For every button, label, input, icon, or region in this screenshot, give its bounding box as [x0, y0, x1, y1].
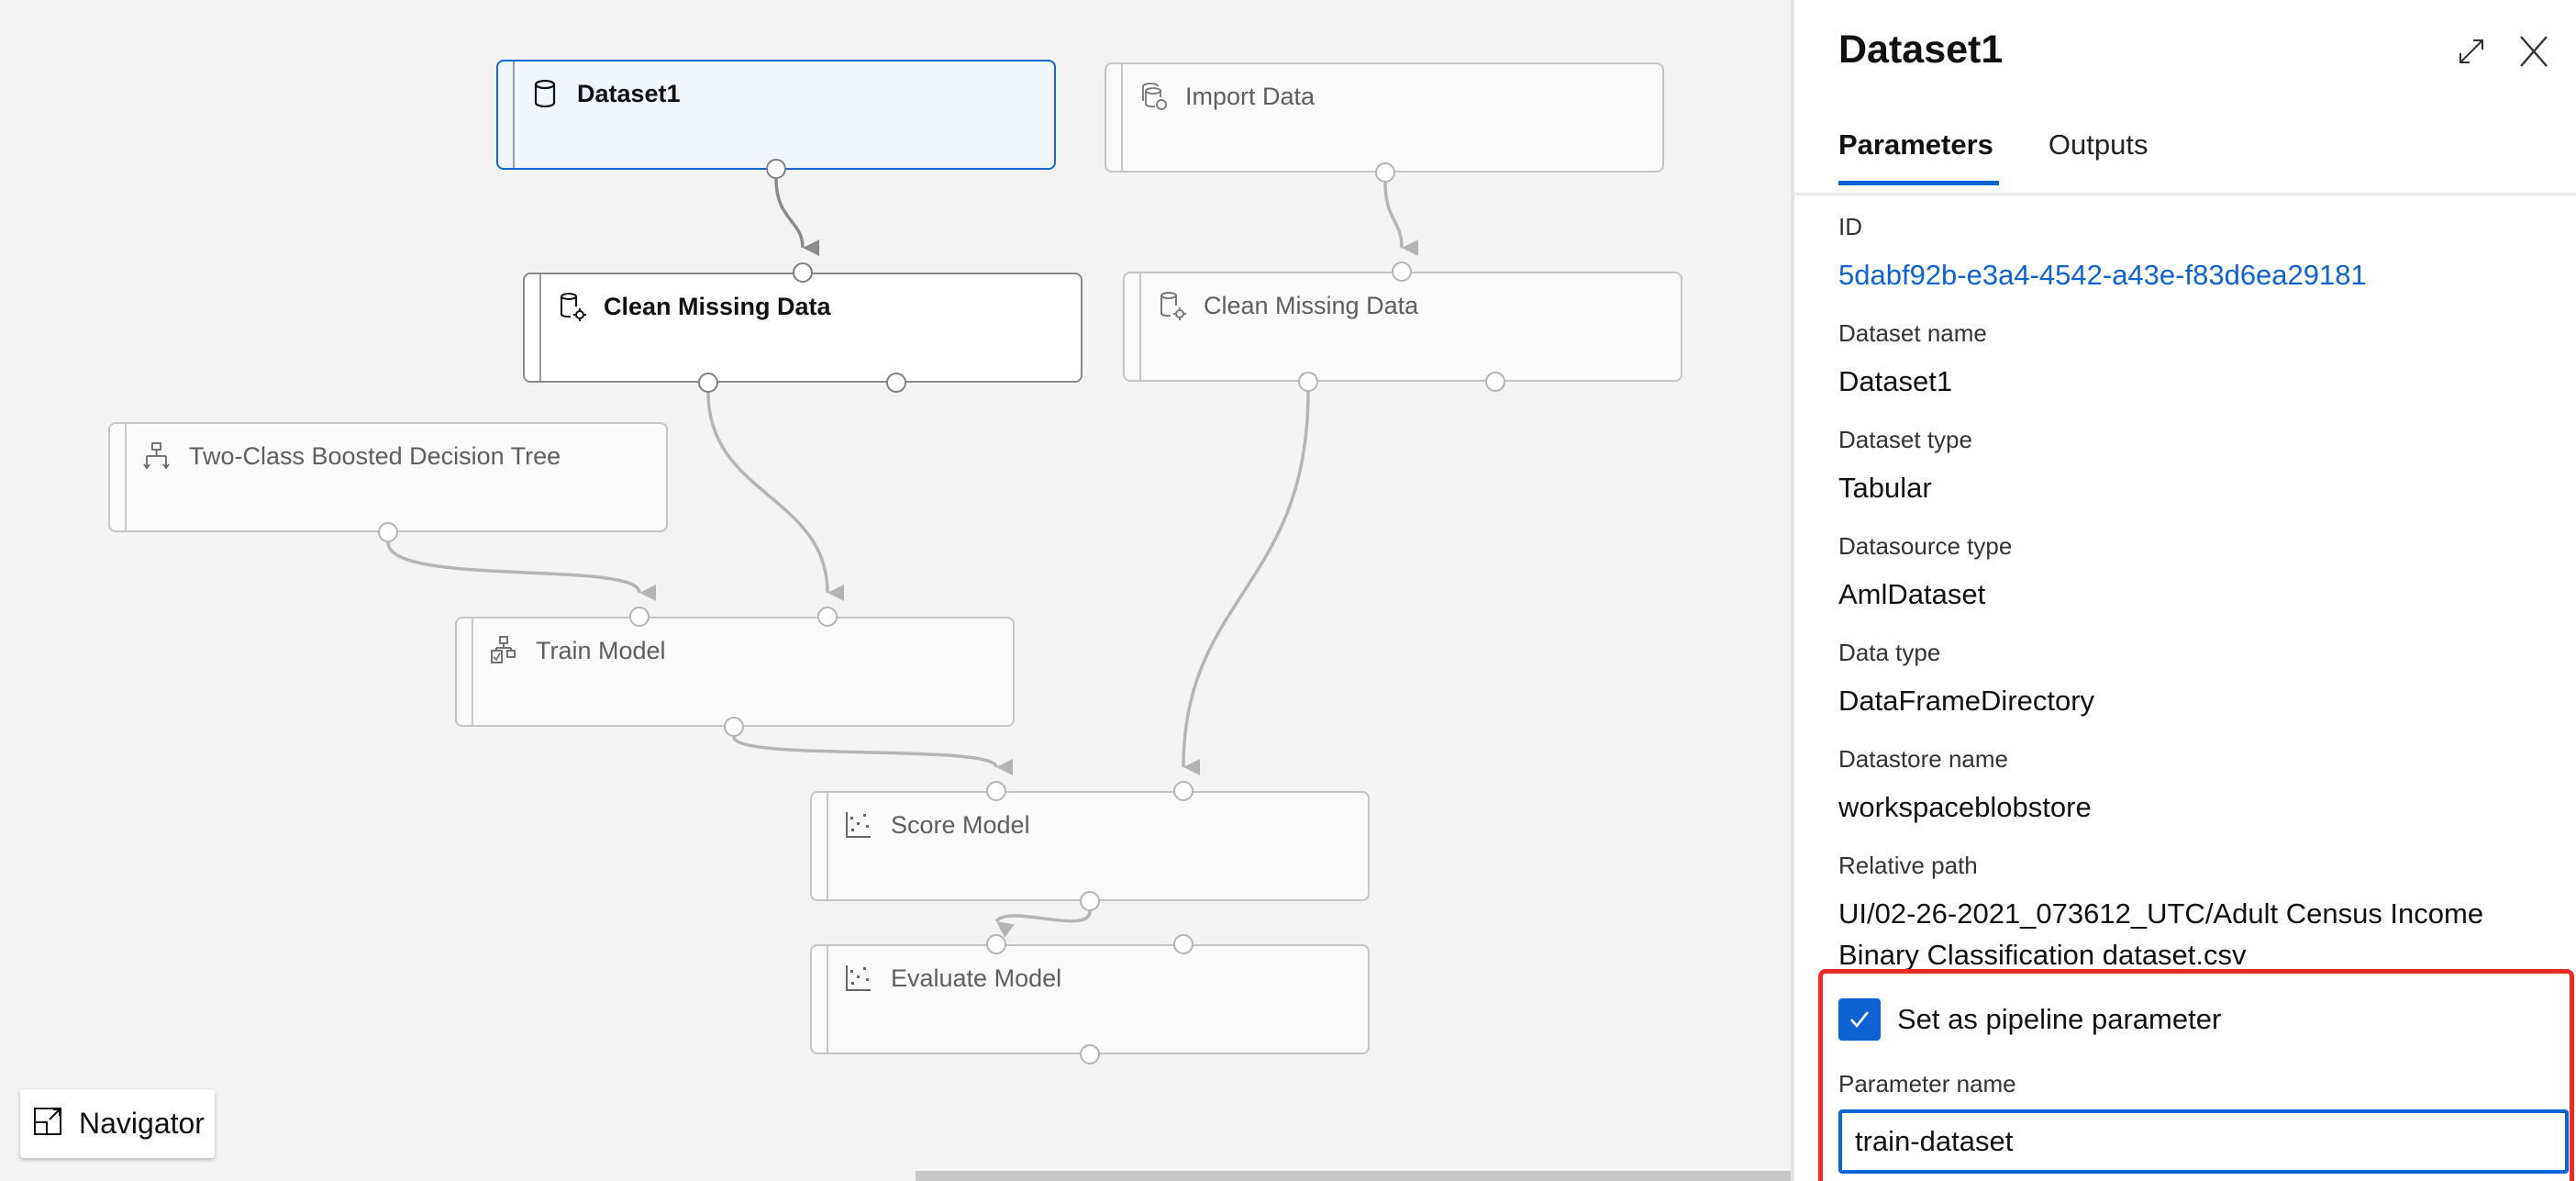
input-port[interactable]	[793, 262, 813, 283]
node-title: Clean Missing Data	[604, 292, 831, 320]
output-port[interactable]	[766, 159, 786, 179]
property-value: AmlDataset	[1838, 578, 1986, 610]
pipeline-canvas[interactable]: Dataset1 Import Data Clean Missing Data	[0, 0, 1791, 1181]
parameter-name-label: Parameter name	[1838, 1070, 2016, 1097]
navigator-icon	[33, 1107, 62, 1141]
node-title: Score Model	[891, 810, 1030, 839]
tab-outputs[interactable]: Outputs	[2049, 128, 2149, 185]
property-value: Tabular	[1838, 472, 1932, 504]
input-port[interactable]	[1173, 934, 1194, 954]
node-clean-missing-data-left[interactable]: Clean Missing Data	[523, 273, 1083, 383]
input-port[interactable]	[986, 934, 1006, 954]
decision-tree-icon	[141, 440, 172, 472]
property-label: Datasource type	[1838, 532, 2013, 560]
scatter-chart-icon	[843, 809, 874, 841]
properties-list: ID 5dabf92b-e3a4-4542-a43e-f83d6ea29181 …	[1838, 213, 2548, 999]
node-title: Import Data	[1185, 82, 1316, 110]
property-label: ID	[1838, 213, 1862, 240]
node-title: Dataset1	[577, 79, 681, 107]
node-score-model[interactable]: Score Model	[810, 791, 1370, 901]
input-port[interactable]	[629, 607, 650, 627]
property-label: Dataset name	[1838, 319, 1987, 347]
clean-data-icon	[1156, 290, 1187, 321]
property-value: DataFrameDirectory	[1838, 685, 2095, 717]
pipeline-parameter-label: Set as pipeline parameter	[1897, 1003, 2222, 1035]
node-title: Train Model	[536, 636, 666, 664]
output-port[interactable]	[378, 522, 398, 542]
property-value: UI/02-26-2021_073612_UTC/Adult Census In…	[1838, 897, 2484, 971]
property-label: Dataset type	[1838, 426, 1972, 453]
node-title: Two-Class Boosted Decision Tree	[189, 441, 561, 470]
panel-title: Dataset1	[1838, 28, 2004, 72]
edge-import-data-to-clean-missing[interactable]	[1383, 182, 1419, 256]
property-label: Datastore name	[1838, 745, 2008, 773]
panel-tabs: Parameters Outputs	[1838, 128, 2148, 185]
close-button[interactable]	[2515, 31, 2552, 72]
output-port[interactable]	[1298, 372, 1318, 392]
property-value: Dataset1	[1838, 365, 1953, 397]
node-two-class-boosted-decision-tree[interactable]: Two-Class Boosted Decision Tree	[108, 422, 668, 532]
tab-parameters[interactable]: Parameters	[1838, 128, 1999, 185]
output-port[interactable]	[1080, 1044, 1100, 1064]
node-title: Clean Missing Data	[1204, 291, 1419, 319]
navigator-button[interactable]: Navigator	[20, 1089, 215, 1158]
property-label: Data type	[1838, 639, 1941, 666]
close-icon	[2520, 36, 2548, 67]
edge-dataset1-to-clean-missing[interactable]	[774, 178, 820, 256]
input-port[interactable]	[1392, 262, 1412, 282]
edge-clean-missing-to-train-model[interactable]	[706, 392, 845, 601]
output-port[interactable]	[1080, 891, 1100, 911]
node-title: Evaluate Model	[891, 964, 1062, 992]
property-label: Relative path	[1838, 852, 1978, 879]
edge-train-model-to-score-model[interactable]	[732, 736, 1014, 775]
edge-score-model-to-evaluate-model[interactable]	[994, 910, 1092, 938]
dataset-cylinder-icon	[529, 78, 561, 109]
checkmark-icon	[1850, 1011, 1870, 1029]
node-import-data[interactable]: Import Data	[1105, 62, 1664, 173]
clean-data-icon	[556, 291, 587, 322]
output-port[interactable]	[886, 373, 906, 393]
node-clean-missing-data-right[interactable]: Clean Missing Data	[1123, 272, 1682, 382]
input-port[interactable]	[1173, 781, 1194, 801]
node-train-model[interactable]: Train Model	[455, 617, 1015, 727]
import-data-icon	[1138, 81, 1169, 112]
navigator-label: Navigator	[79, 1107, 205, 1140]
input-port[interactable]	[986, 781, 1006, 801]
pipeline-parameter-checkbox[interactable]	[1838, 998, 1881, 1041]
expand-icon	[2459, 39, 2483, 63]
dataset-id-link[interactable]: 5dabf92b-e3a4-4542-a43e-f83d6ea29181	[1838, 254, 2548, 295]
output-port[interactable]	[698, 373, 718, 393]
input-port[interactable]	[817, 607, 838, 627]
edge-clean-missing-to-score-model[interactable]	[1182, 391, 1310, 776]
node-dataset1[interactable]: Dataset1	[496, 60, 1056, 170]
horizontal-scrollbar-thumb[interactable]	[916, 1171, 1791, 1181]
output-port[interactable]	[724, 717, 744, 737]
property-value: workspaceblobstore	[1838, 791, 2092, 823]
output-port[interactable]	[1375, 162, 1395, 183]
parameter-name-input[interactable]	[1838, 1109, 2569, 1174]
details-panel: Dataset1 Parameters Outputs ID 5dabf92b-…	[1791, 0, 2576, 1181]
expand-button[interactable]	[2453, 33, 2490, 70]
train-model-icon	[488, 635, 519, 666]
tabs-divider	[1794, 193, 2576, 195]
scatter-chart-icon	[843, 963, 874, 994]
output-port[interactable]	[1485, 372, 1505, 392]
edge-two-class-to-train-model[interactable]	[386, 541, 657, 601]
pipeline-parameter-checkbox-row[interactable]: Set as pipeline parameter	[1838, 998, 2221, 1041]
node-evaluate-model[interactable]: Evaluate Model	[810, 944, 1370, 1054]
